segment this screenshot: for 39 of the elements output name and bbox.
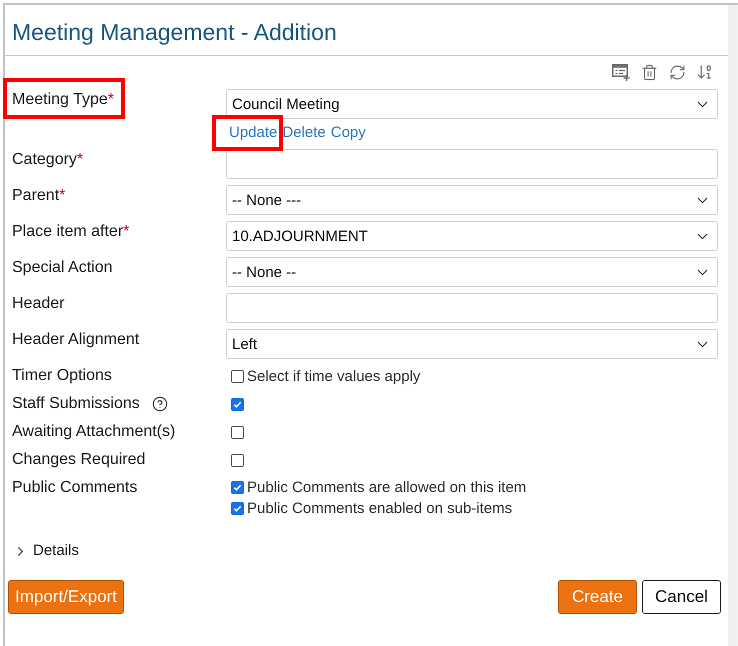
field-label: Staff Submissions [12,394,140,414]
dropdown[interactable]: -- None -- [226,257,718,287]
checkbox-label: Public Comments are allowed on this item [247,479,526,496]
help-icon[interactable] [152,396,168,412]
field-label: Meeting Type* [12,90,114,110]
field-label: Header [12,294,64,314]
table-add-icon[interactable] [612,63,630,81]
refresh-icon[interactable] [668,63,686,81]
text-field[interactable] [226,293,718,323]
checkbox[interactable] [231,454,244,466]
dropdown[interactable]: Left [226,329,718,359]
action-link[interactable]: Update [229,123,278,143]
checkbox-label: Public Comments enabled on sub-items [247,500,512,517]
field-label: Changes Required [12,450,146,470]
sort-icon[interactable] [696,63,714,81]
checkbox[interactable] [231,370,244,382]
field-label: Awaiting Attachment(s) [12,422,176,442]
dropdown[interactable]: -- None --- [226,185,718,215]
trash-icon[interactable] [640,63,658,81]
checkbox[interactable] [231,481,244,494]
field-label: Special Action [12,258,113,278]
dropdown[interactable]: 10.ADJOURNMENT [226,221,718,251]
field-label: Category* [12,150,84,170]
action-link[interactable]: Delete [282,123,326,143]
text-field[interactable] [226,149,718,179]
field-label: Timer Options [12,366,112,386]
field-label: Parent* [12,186,66,206]
checkbox[interactable] [231,502,244,515]
checkbox[interactable] [231,426,244,438]
page-title: Meeting Management - Addition [12,18,338,47]
checkbox-label: Select if time values apply [247,368,420,384]
field-label: Place item after* [12,222,130,242]
field-label: Header Alignment [12,330,140,350]
action-button[interactable]: Cancel [642,580,721,614]
details-toggle[interactable]: Details [13,541,79,561]
dropdown[interactable]: Council Meeting [226,89,718,119]
field-label: Public Comments [12,478,138,498]
checkbox[interactable] [231,398,244,410]
action-link[interactable]: Copy [330,123,366,143]
